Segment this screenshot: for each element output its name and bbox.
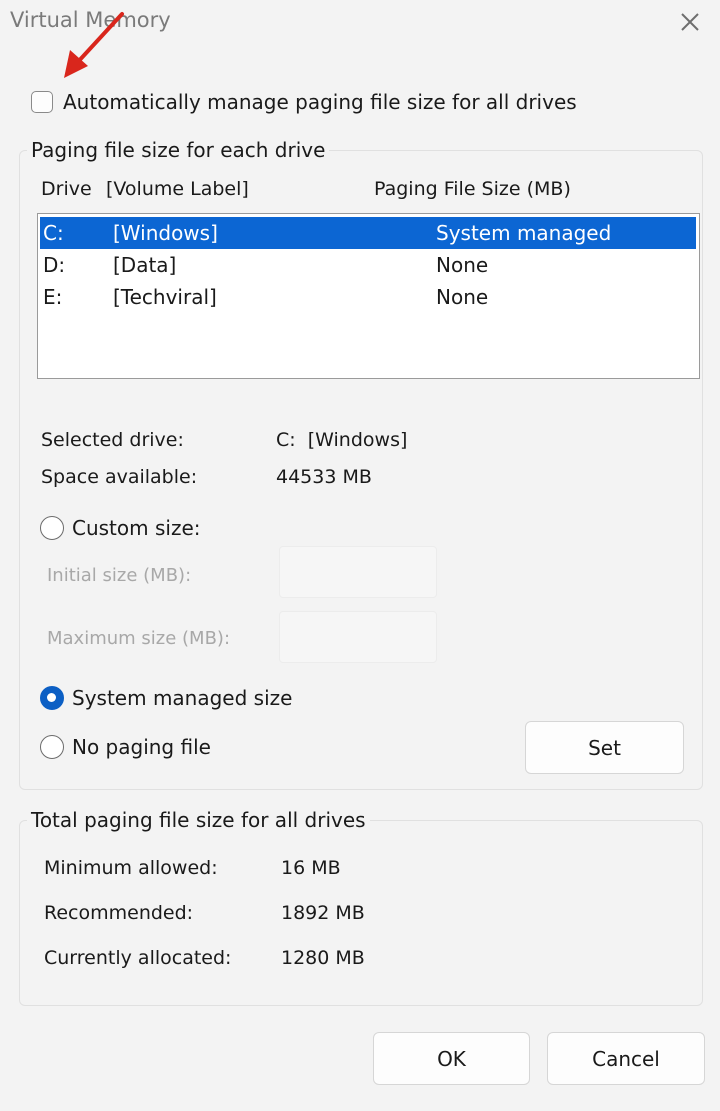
custom-size-label: Custom size: [72, 516, 201, 540]
cancel-button[interactable]: Cancel [547, 1032, 705, 1085]
selected-drive-value: C: [Windows] [276, 429, 408, 451]
auto-manage-row[interactable]: Automatically manage paging file size fo… [31, 90, 577, 114]
header-volume-label[interactable]: [Volume Label] [106, 178, 249, 200]
paging-size: None [436, 253, 489, 277]
drive-letter: C: [43, 221, 64, 245]
currently-allocated-label: Currently allocated: [44, 947, 232, 969]
ok-button[interactable]: OK [373, 1032, 530, 1085]
no-paging-radio[interactable] [40, 735, 64, 759]
drives-group-title: Paging file size for each drive [27, 138, 330, 162]
auto-manage-checkbox[interactable] [31, 91, 53, 113]
custom-size-option[interactable]: Custom size: [40, 516, 201, 540]
maximum-size-label: Maximum size (MB): [47, 628, 231, 649]
set-button[interactable]: Set [525, 721, 684, 774]
minimum-allowed-value: 16 MB [281, 857, 341, 879]
totals-group-title: Total paging file size for all drives [27, 808, 370, 832]
drive-row-c[interactable]: C: [Windows] System managed [40, 217, 696, 249]
auto-manage-label: Automatically manage paging file size fo… [63, 90, 577, 114]
paging-size: System managed [436, 221, 612, 245]
header-paging-size[interactable]: Paging File Size (MB) [374, 178, 571, 200]
recommended-label: Recommended: [44, 902, 194, 924]
drive-row-d[interactable]: D: [Data] None [40, 249, 696, 281]
drive-list[interactable]: C: [Windows] System managed D: [Data] No… [37, 213, 700, 379]
volume-label: [Techviral] [113, 285, 217, 309]
system-managed-option[interactable]: System managed size [40, 686, 292, 710]
custom-size-radio[interactable] [40, 516, 64, 540]
maximum-size-input[interactable] [279, 611, 437, 663]
space-available-label: Space available: [41, 466, 198, 488]
no-paging-option[interactable]: No paging file [40, 735, 211, 759]
selected-drive-label: Selected drive: [41, 429, 184, 451]
header-drive[interactable]: Drive [41, 178, 92, 200]
paging-size: None [436, 285, 489, 309]
initial-size-label: Initial size (MB): [47, 565, 192, 586]
system-managed-radio[interactable] [40, 686, 64, 710]
no-paging-label: No paging file [72, 735, 211, 759]
recommended-value: 1892 MB [281, 902, 365, 924]
minimum-allowed-label: Minimum allowed: [44, 857, 218, 879]
initial-size-input[interactable] [279, 546, 437, 598]
currently-allocated-value: 1280 MB [281, 947, 365, 969]
space-available-value: 44533 MB [276, 466, 372, 488]
system-managed-label: System managed size [72, 686, 293, 710]
volume-label: [Windows] [113, 221, 218, 245]
drive-row-e[interactable]: E: [Techviral] None [40, 281, 696, 313]
drive-letter: D: [43, 253, 66, 277]
volume-label: [Data] [113, 253, 177, 277]
drive-letter: E: [43, 285, 63, 309]
red-arrow-annotation-icon [64, 12, 124, 78]
close-icon[interactable] [676, 8, 704, 36]
